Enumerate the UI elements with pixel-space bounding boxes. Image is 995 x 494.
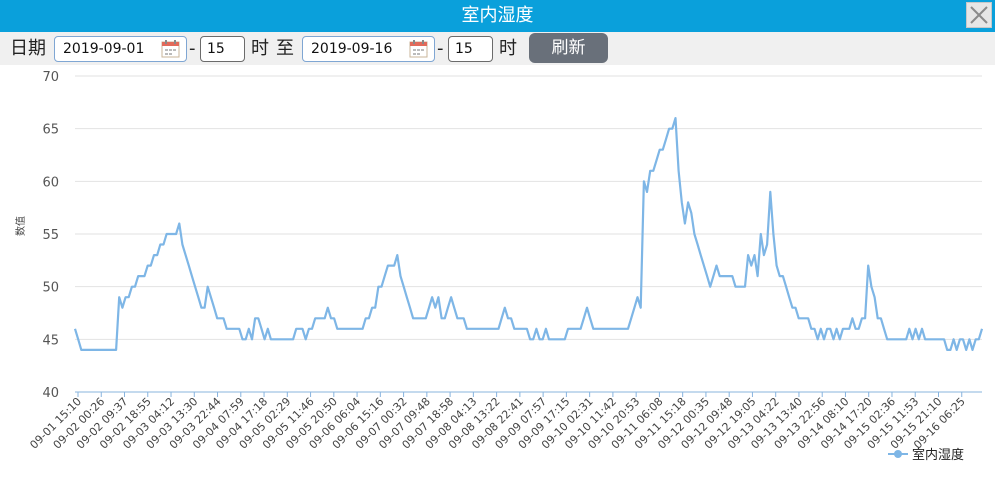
y-tick-label: 60 [42,175,59,190]
y-tick-label: 65 [42,123,59,138]
x-axis-ticks: 09-01 15:1009-02 00:2609-02 09:3709-02 1… [27,392,968,452]
filter-toolbar: 日期 2019-09-01 - 15 时 至 2019-09-16 - 15 时… [0,32,995,65]
y-tick-label: 40 [42,386,59,401]
start-hour-value: 15 [207,41,225,57]
refresh-button[interactable]: 刷新 [529,33,608,63]
calendar-icon[interactable] [161,40,180,58]
y-tick-label: 70 [42,70,59,85]
end-hour-value: 15 [455,41,473,57]
hour-label: 时 [251,38,269,59]
hour-label: 时 [499,38,517,59]
window-title: 室内湿度 [461,5,534,26]
humidity-chart: 40 45 50 55 60 65 70 数值 09-01 15:1009-02 00:26… [14,70,984,463]
y-axis-ticks: 40 45 50 55 60 65 70 [42,70,59,401]
start-hour-field[interactable]: 15 [200,36,245,62]
legend-dot-marker [894,450,902,458]
start-date-field[interactable]: 2019-09-01 [54,36,187,62]
end-hour-field[interactable]: 15 [448,36,493,62]
legend[interactable]: 室内湿度 [888,447,964,463]
y-tick-label: 50 [42,281,59,296]
start-date-value: 2019-09-01 [63,41,145,57]
calendar-icon[interactable] [409,40,428,58]
date-label: 日期 [10,38,46,59]
end-date-value: 2019-09-16 [311,41,393,57]
title-bar: 室内湿度 [0,0,995,32]
dash-separator: - [437,38,444,59]
dash-separator: - [189,38,196,59]
close-button[interactable] [966,2,992,28]
y-tick-label: 45 [42,333,59,348]
y-tick-label: 55 [42,228,59,243]
close-icon [970,6,988,24]
end-date-field[interactable]: 2019-09-16 [302,36,435,62]
to-label: 至 [276,38,294,59]
y-axis-label: 数值 [14,216,27,236]
legend-label: 室内湿度 [912,447,964,463]
